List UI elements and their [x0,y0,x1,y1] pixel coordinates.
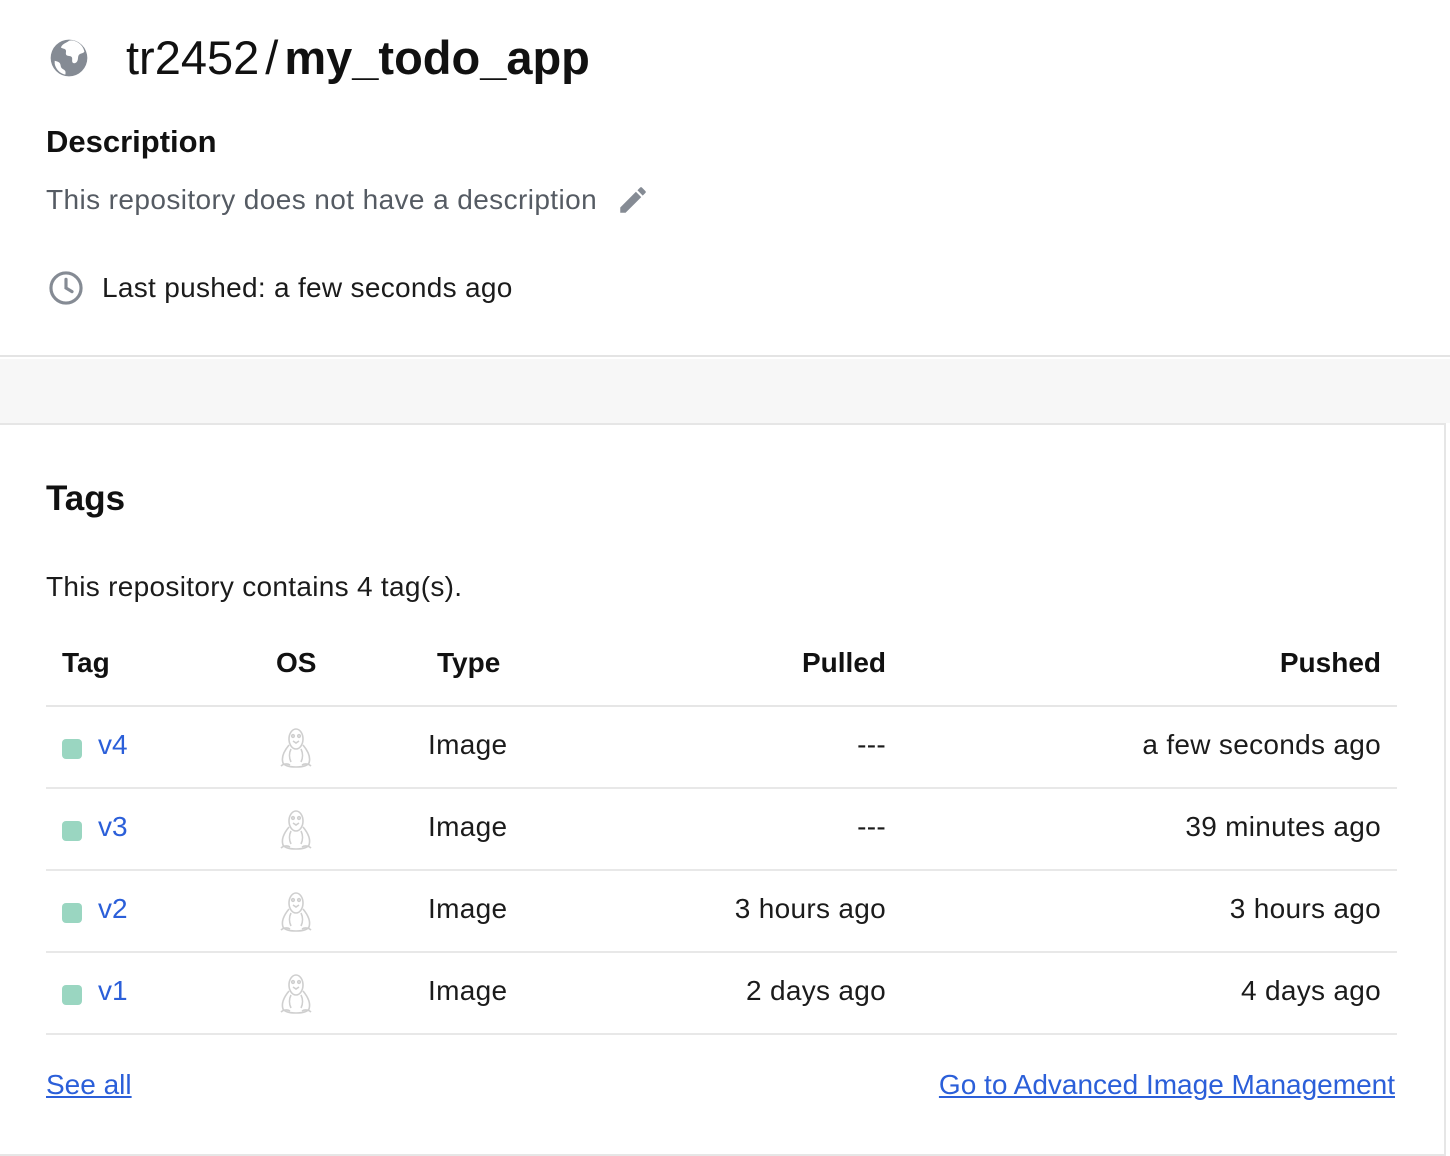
table-row: v2 Image 3 hours ago 3 hours ago [46,871,1397,953]
description-heading: Description [46,124,217,159]
pulled-cell: --- [857,729,886,760]
tag-link[interactable]: v3 [98,811,128,843]
tags-card: Tags This repository contains 4 tag(s). … [0,423,1446,1156]
pulled-cell: --- [857,811,886,842]
title-separator: / [265,31,279,84]
tags-heading: Tags [46,479,126,518]
pencil-icon[interactable] [615,182,651,218]
title-row: tr2452/my_todo_app [46,30,590,86]
repository-header: tr2452/my_todo_app Description This repo… [0,0,1450,357]
repo-name: my_todo_app [284,31,590,84]
table-header: Tag OS Type Pulled Pushed [46,625,1397,707]
column-header-os: OS [276,647,317,678]
type-cell: Image [428,729,508,760]
advanced-image-management-link[interactable]: Go to Advanced Image Management [939,1069,1395,1101]
tag-link[interactable]: v2 [98,893,128,925]
last-pushed-text: Last pushed: a few seconds ago [102,272,513,303]
last-pushed-row: Last pushed: a few seconds ago [46,266,513,310]
linux-icon [276,889,316,935]
type-cell: Image [428,893,508,924]
type-cell: Image [428,811,508,842]
table-row: v4 Image --- a few seconds ago [46,707,1397,789]
pushed-cell: 3 hours ago [1229,893,1381,924]
tag-link[interactable]: v4 [98,729,128,761]
description-text: This repository does not have a descript… [46,184,598,215]
page-title: tr2452/my_todo_app [126,30,590,86]
pulled-cell: 2 days ago [746,975,886,1006]
status-dot [62,739,82,759]
see-all-link[interactable]: See all [46,1069,132,1101]
tags-table: Tag OS Type Pulled Pushed v4 Image --- a… [46,625,1397,1035]
column-header-type: Type [437,647,501,678]
status-dot [62,903,82,923]
column-header-tag: Tag [62,647,110,678]
linux-icon [276,971,316,1017]
tag-link[interactable]: v1 [98,975,128,1007]
pushed-cell: 39 minutes ago [1185,811,1381,842]
linux-icon [276,807,316,853]
table-row: v3 Image --- 39 minutes ago [46,789,1397,871]
linux-icon [276,725,316,771]
type-cell: Image [428,975,508,1006]
status-dot [62,821,82,841]
tags-summary: This repository contains 4 tag(s). [46,571,463,602]
description-row: This repository does not have a descript… [46,180,651,220]
pushed-cell: a few seconds ago [1142,729,1381,760]
pushed-cell: 4 days ago [1241,975,1381,1006]
pulled-cell: 3 hours ago [734,893,886,924]
globe-icon [46,35,92,81]
repo-owner[interactable]: tr2452 [126,31,259,84]
table-row: v1 Image 2 days ago 4 days ago [46,953,1397,1035]
column-header-pushed: Pushed [1279,647,1381,678]
status-dot [62,985,82,1005]
column-header-pulled: Pulled [801,647,886,678]
clock-icon [46,268,86,308]
section-divider [0,359,1450,423]
